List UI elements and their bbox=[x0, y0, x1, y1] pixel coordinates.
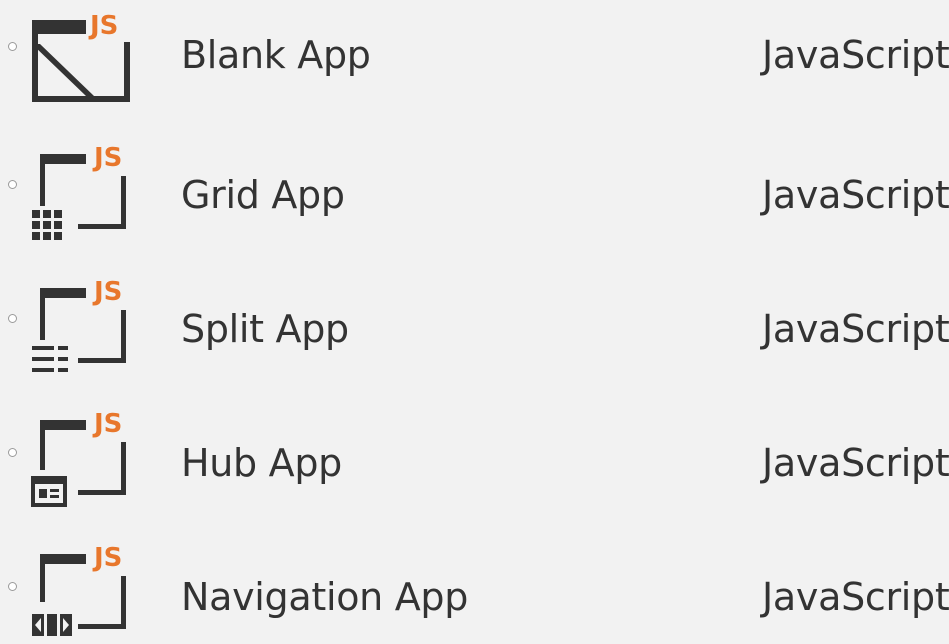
template-name: Hub App bbox=[181, 441, 342, 485]
js-badge: JS bbox=[92, 409, 122, 439]
template-item-navigation-app[interactable]: JS Navigation App JavaScript bbox=[0, 534, 949, 644]
template-radio[interactable] bbox=[8, 180, 17, 189]
template-language: JavaScript bbox=[762, 33, 949, 77]
navigation-app-icon: JS bbox=[28, 534, 132, 644]
template-name: Navigation App bbox=[181, 575, 469, 619]
template-language: JavaScript bbox=[762, 575, 949, 619]
template-radio[interactable] bbox=[8, 448, 17, 457]
js-badge: JS bbox=[92, 277, 122, 307]
template-name: Split App bbox=[181, 307, 349, 351]
template-radio[interactable] bbox=[8, 42, 17, 51]
grid-app-icon: JS bbox=[28, 132, 132, 242]
js-badge: JS bbox=[92, 543, 122, 573]
template-language: JavaScript bbox=[762, 173, 949, 217]
template-language: JavaScript bbox=[762, 441, 949, 485]
template-language: JavaScript bbox=[762, 307, 949, 351]
template-radio[interactable] bbox=[8, 582, 17, 591]
template-item-grid-app[interactable]: JS Grid App JavaScript bbox=[0, 132, 949, 264]
template-list: JS Blank App JavaScript JS Grid App Java… bbox=[0, 0, 949, 644]
template-name: Grid App bbox=[181, 173, 345, 217]
template-radio[interactable] bbox=[8, 314, 17, 323]
template-item-blank-app[interactable]: JS Blank App JavaScript bbox=[0, 0, 949, 132]
js-badge: JS bbox=[88, 11, 118, 41]
blank-app-icon: JS bbox=[28, 0, 132, 110]
template-item-hub-app[interactable]: JS Hub App JavaScript bbox=[0, 400, 949, 532]
hub-app-icon: JS bbox=[28, 400, 132, 510]
template-name: Blank App bbox=[181, 33, 371, 77]
split-app-icon: JS bbox=[28, 266, 132, 376]
js-badge: JS bbox=[92, 143, 122, 173]
template-item-split-app[interactable]: JS Split App JavaScript bbox=[0, 266, 949, 398]
